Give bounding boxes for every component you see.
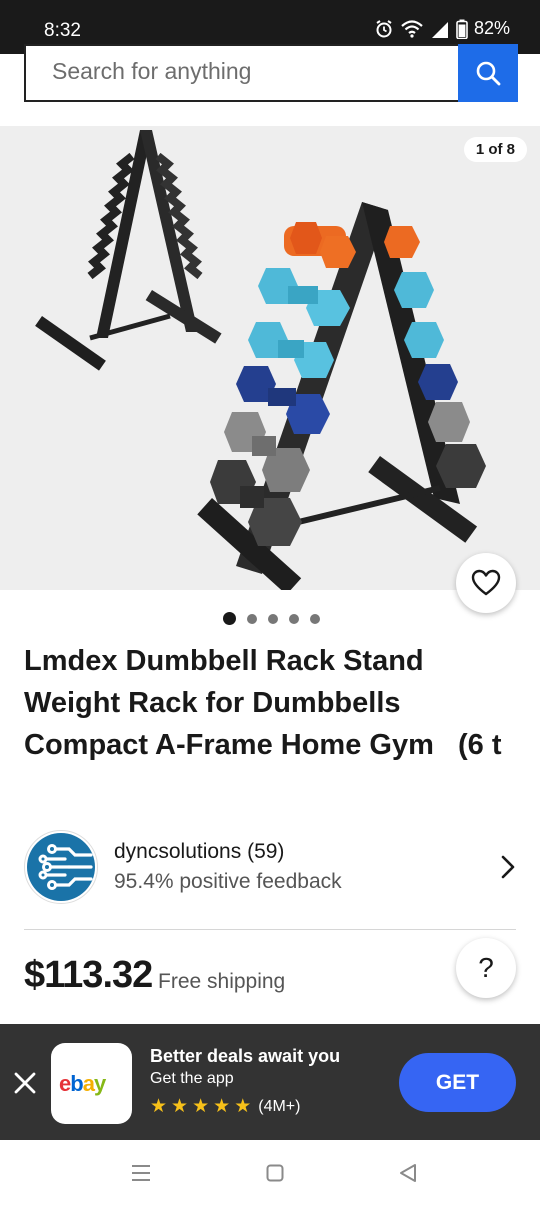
shipping-info: Free shipping xyxy=(158,970,286,993)
image-counter: 1 of 8 xyxy=(463,137,527,162)
help-label: ? xyxy=(478,952,494,983)
star-icon: ★ xyxy=(234,1096,252,1117)
help-button[interactable]: ? xyxy=(456,938,516,998)
home-icon[interactable] xyxy=(266,1164,284,1187)
app-install-banner: ebay Better deals await you Get the app … xyxy=(0,1024,540,1140)
favorite-button[interactable] xyxy=(456,553,516,613)
product-price: $113.32 xyxy=(24,954,153,996)
close-icon[interactable] xyxy=(12,1070,38,1096)
star-icon: ★ xyxy=(192,1096,210,1117)
circuit-logo-icon xyxy=(27,833,95,901)
carousel-dot[interactable] xyxy=(310,613,320,624)
alarm-icon xyxy=(374,19,394,39)
carousel-dot[interactable] xyxy=(268,613,278,624)
star-icon: ★ xyxy=(213,1096,231,1117)
search-button[interactable] xyxy=(458,44,518,102)
star-icon: ★ xyxy=(150,1096,168,1117)
seller-feedback: 95.4% positive feedback xyxy=(114,870,342,893)
search-icon xyxy=(476,61,501,86)
carousel-dot[interactable] xyxy=(289,613,299,624)
carousel-dot[interactable] xyxy=(247,613,257,624)
banner-subtitle: Get the app xyxy=(150,1070,234,1087)
battery-icon xyxy=(456,19,468,39)
wifi-icon xyxy=(400,19,424,39)
status-time: 8:32 xyxy=(44,20,81,41)
product-title: Lmdex Dumbbell Rack Stand Weight Rack fo… xyxy=(24,645,502,761)
search-input[interactable]: Search for anything xyxy=(24,44,458,102)
battery-percent: 82% xyxy=(473,18,510,38)
recent-apps-icon[interactable] xyxy=(131,1164,151,1187)
seller-card[interactable]: dyncsolutions (59) 95.4% positive feedba… xyxy=(24,830,518,906)
system-nav-bar xyxy=(0,1140,540,1206)
status-icons: 82% xyxy=(374,18,510,39)
large-rack-illustration xyxy=(197,202,486,590)
banner-title: Better deals await you xyxy=(150,1046,341,1066)
app-rating: ★ ★ ★ ★ ★ (4M+) xyxy=(150,1097,300,1117)
back-icon[interactable] xyxy=(398,1163,418,1188)
carousel-dots xyxy=(223,612,320,625)
product-image[interactable] xyxy=(0,126,540,590)
seller-name: dyncsolutions (59) xyxy=(114,840,285,863)
star-icon: ★ xyxy=(171,1096,189,1117)
signal-icon xyxy=(430,19,450,39)
search-bar: Search for anything xyxy=(24,44,518,102)
ebay-app-logo: ebay xyxy=(51,1043,132,1124)
ebay-logo-letters: ebay xyxy=(59,1071,107,1096)
small-rack-illustration xyxy=(35,130,222,371)
rating-count: (4M+) xyxy=(258,1098,301,1115)
carousel-dot-active[interactable] xyxy=(223,612,236,625)
dumbbell-rack-image xyxy=(35,130,486,590)
get-app-button[interactable]: GET xyxy=(399,1053,516,1112)
divider xyxy=(24,929,516,930)
heart-icon xyxy=(471,569,501,596)
chevron-right-icon[interactable] xyxy=(500,854,516,885)
seller-avatar xyxy=(24,830,98,904)
